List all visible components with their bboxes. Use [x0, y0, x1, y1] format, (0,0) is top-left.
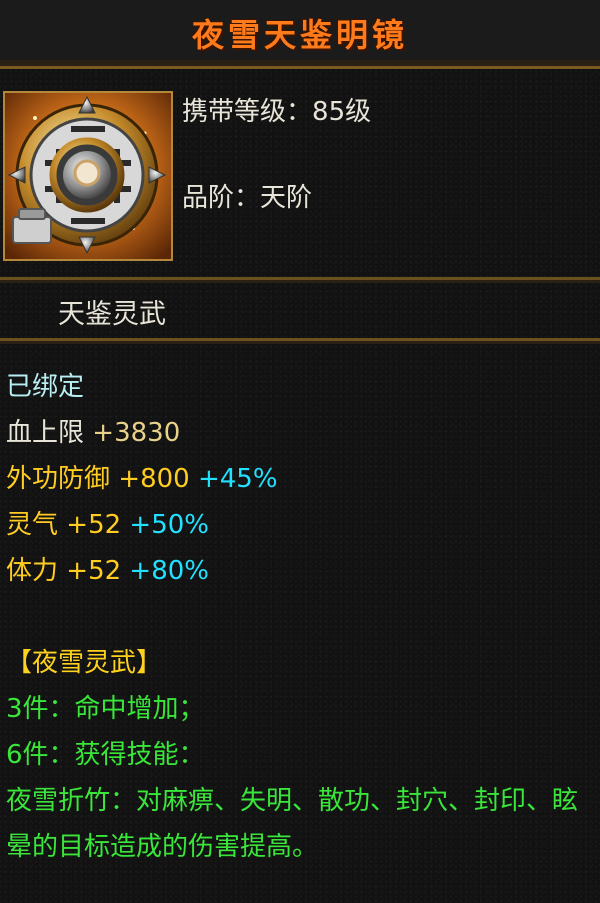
stat-bonus: +45%	[197, 464, 278, 494]
set-name: 【夜雪灵武】	[6, 648, 163, 678]
stat-value: +800	[118, 464, 190, 494]
item-title: 夜雪天鉴明镜	[191, 16, 408, 54]
stat-value: +52	[66, 556, 122, 586]
item-header: 携带等级：85级 品阶：天阶	[0, 69, 600, 280]
grade-separator: ：	[234, 183, 261, 213]
stat-row-hp: 血上限 +3830	[6, 410, 596, 456]
bound-status: 已绑定	[6, 372, 85, 402]
stat-bonus: +50%	[129, 510, 209, 540]
carry-level-separator: ：	[286, 97, 313, 127]
stat-label: 血上限	[6, 418, 85, 448]
stat-row-spirit: 灵气 +52 +50%	[6, 502, 596, 548]
stat-label: 灵气	[6, 510, 59, 540]
skill-description: 夜雪折竹：对麻痹、失明、散功、封穴、封印、眩晕的目标造成的伤害提高。	[6, 786, 579, 862]
grade-line: 品阶：天阶	[182, 177, 312, 214]
set-effect-3: 3件：命中增加；	[6, 694, 205, 724]
stat-value: +3830	[92, 418, 181, 448]
tooltip-body: 已绑定 血上限 +3830 外功防御 +800 +45% 灵气 +52 +50%…	[6, 364, 596, 870]
grade-value: 天阶	[260, 183, 313, 213]
stat-value: +52	[66, 510, 122, 540]
set-effect-6: 6件：获得技能：	[6, 740, 205, 770]
stat-label: 外功防御	[6, 464, 111, 494]
lock-badge-icon	[12, 208, 52, 244]
bronze-mirror-icon	[5, 93, 171, 259]
carry-level-value: 85级	[312, 97, 372, 127]
item-icon-frame	[3, 91, 173, 261]
grade-label: 品阶	[182, 183, 235, 213]
carry-level-label: 携带等级	[182, 97, 287, 127]
item-type-bar: 天鉴灵武	[0, 282, 600, 341]
stat-row-stamina: 体力 +52 +80%	[6, 548, 596, 594]
title-bar: 夜雪天鉴明镜	[0, 0, 600, 69]
stat-label: 体力	[6, 556, 59, 586]
carry-level-line: 携带等级：85级	[182, 91, 371, 128]
stat-bonus: +80%	[129, 556, 209, 586]
stat-row-ext-defense: 外功防御 +800 +45%	[6, 456, 596, 502]
item-type: 天鉴灵武	[58, 299, 166, 330]
item-tooltip: 夜雪天鉴明镜 携带等级：85级 品阶：天阶 天鉴灵武 已绑定 血上限 +3830…	[0, 0, 600, 903]
